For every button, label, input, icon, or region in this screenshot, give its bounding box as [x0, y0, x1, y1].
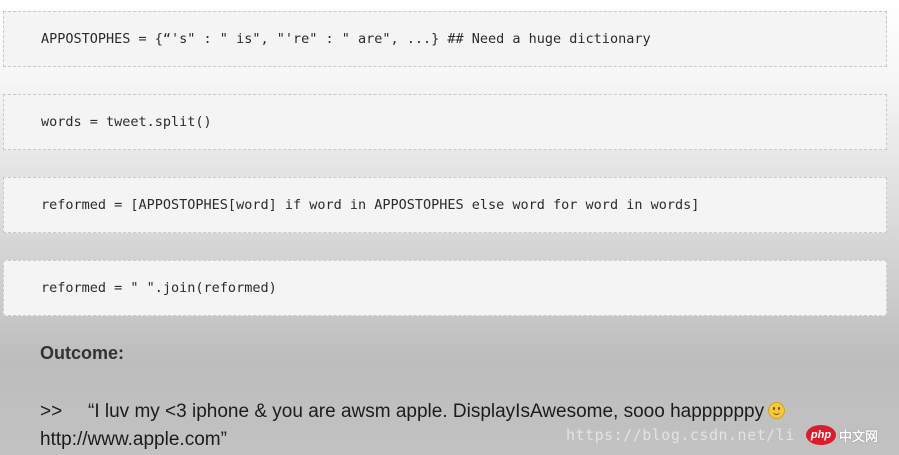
smiley-face-icon [768, 402, 786, 419]
output-prompt: >> [40, 401, 63, 422]
code-block-2: words = tweet.split() [3, 94, 887, 150]
code-line-3: reformed = [APPOSTOPHES[word] if word in… [41, 197, 700, 213]
code-line-4: reformed = " ".join(reformed) [41, 280, 277, 296]
code-block-3: reformed = [APPOSTOPHES[word] if word in… [3, 177, 887, 233]
outcome-text-line-1: “I luv my <3 iphone & you are awsm apple… [88, 401, 765, 422]
outcome-text-line-2: http://www.apple.com” [40, 429, 227, 450]
watermark-url: https://blog.csdn.net/li [566, 426, 795, 444]
outcome-heading: Outcome: [40, 343, 125, 363]
code-block-1: APPOSTOPHES = {“'s" : " is", "'re" : " a… [3, 11, 887, 67]
code-line-2: words = tweet.split() [41, 114, 212, 130]
watermark-logo: php 中文网 [806, 425, 878, 445]
php-logo-icon: php [806, 425, 836, 445]
watermark-site-name: 中文网 [839, 429, 879, 445]
code-block-4: reformed = " ".join(reformed) [3, 260, 887, 316]
code-line-1: APPOSTOPHES = {“'s" : " is", "'re" : " a… [41, 31, 651, 47]
